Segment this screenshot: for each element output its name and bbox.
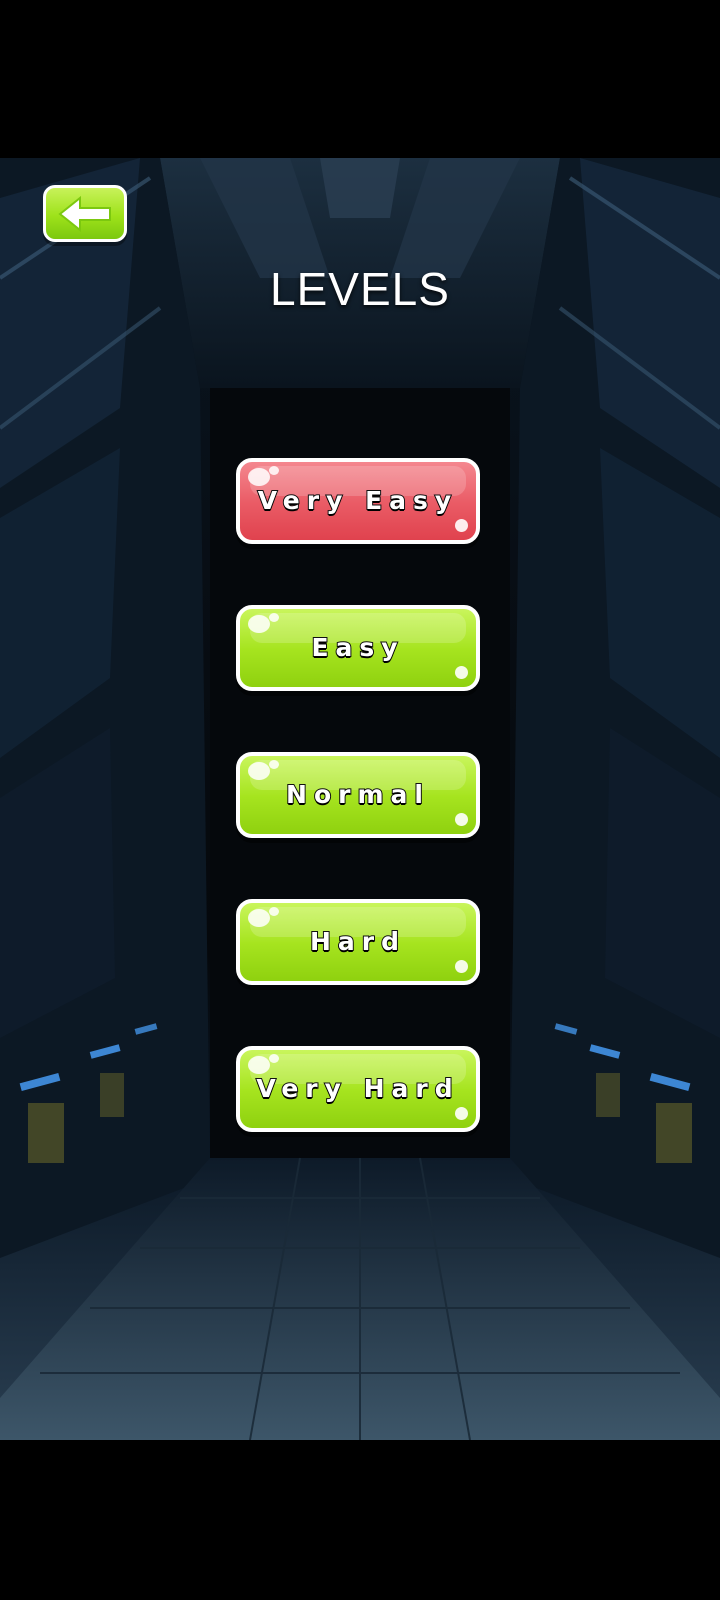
button-bubble xyxy=(269,1054,279,1063)
arrow-left-icon xyxy=(58,196,111,232)
button-bubble xyxy=(248,468,270,486)
easy-button[interactable]: Easy xyxy=(236,605,480,691)
button-bubble xyxy=(269,613,279,622)
page-title: LEVELS xyxy=(270,263,450,315)
very-easy-button[interactable]: Very Easy xyxy=(236,458,480,544)
button-bubble xyxy=(455,1107,468,1120)
button-bubble xyxy=(248,615,270,633)
game-screen: LEVELS Very Easy Easy Normal Hard Very H… xyxy=(0,0,720,1600)
button-bubble xyxy=(269,466,279,475)
button-label: Easy xyxy=(310,632,405,663)
normal-button[interactable]: Normal xyxy=(236,752,480,838)
button-label: Very Hard xyxy=(255,1073,460,1104)
button-bubble xyxy=(248,762,270,780)
button-bubble xyxy=(455,666,468,679)
hard-button[interactable]: Hard xyxy=(236,899,480,985)
button-bubble xyxy=(269,907,279,916)
button-label: Normal xyxy=(285,779,430,810)
button-bubble xyxy=(269,760,279,769)
button-bubble xyxy=(455,519,468,532)
button-label: Hard xyxy=(309,926,407,957)
button-bubble xyxy=(455,960,468,973)
button-bubble xyxy=(455,813,468,826)
button-label: Very Easy xyxy=(257,485,459,516)
very-hard-button[interactable]: Very Hard xyxy=(236,1046,480,1132)
button-bubble xyxy=(248,1056,270,1074)
back-button[interactable] xyxy=(43,185,127,242)
button-bubble xyxy=(248,909,270,927)
